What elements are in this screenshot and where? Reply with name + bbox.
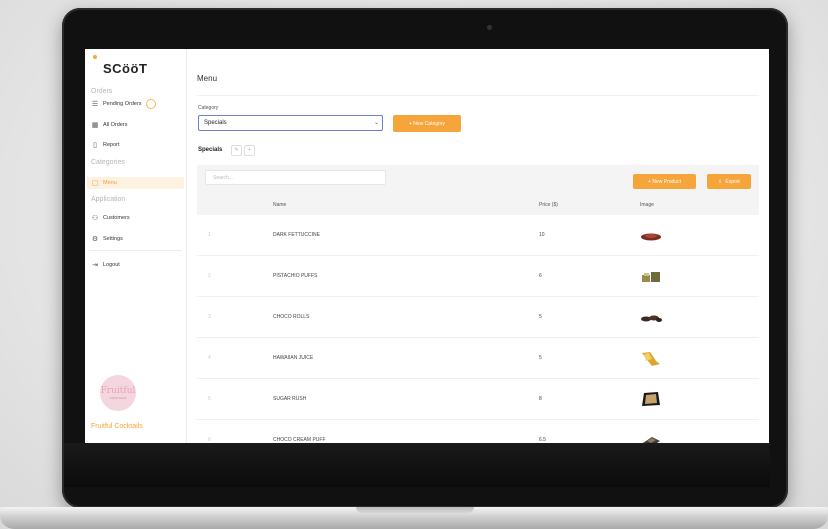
export-button[interactable]: ⇩ Export	[707, 174, 751, 189]
table-row[interactable]: 6 CHOCO CREAM PUFF 6.5	[197, 420, 759, 443]
pistachio-puffs-image	[642, 272, 660, 282]
choco-cream-puff-image	[643, 437, 660, 443]
app-screen: SCööT Orders ☰ Pending Orders ▦ All Orde…	[85, 49, 769, 443]
main-content: Menu Category Specials ⌄ + New Category …	[187, 49, 769, 443]
section-application: Application	[91, 196, 126, 203]
category-select[interactable]: Specials ⌄	[198, 115, 383, 131]
table-row[interactable]: 1 DARK FETTUCCINE 10	[197, 215, 759, 256]
column-header-image: Image	[640, 202, 654, 208]
sidebar-divider	[89, 250, 182, 251]
row-index: 6	[208, 437, 211, 443]
logout-icon: ⇥	[92, 262, 98, 269]
sidebar-item-logout[interactable]: ⇥ Logout	[91, 259, 183, 271]
export-icon: ⇩	[718, 178, 723, 185]
sidebar-item-label: Pending Orders	[103, 101, 142, 107]
category-select-value: Specials	[204, 120, 227, 126]
laptop-chin	[64, 443, 770, 487]
sidebar-item-settings[interactable]: ⚙ Settings	[91, 233, 183, 245]
gear-icon: ⚙	[91, 236, 99, 243]
sidebar-item-label: Report	[103, 142, 120, 148]
users-icon: ⚇	[91, 215, 99, 222]
product-price: 10	[539, 232, 545, 238]
brand-logo-sub: COCKTAILS	[109, 396, 127, 400]
row-index: 5	[208, 396, 211, 402]
app-logo[interactable]: SCööT	[103, 61, 147, 76]
section-orders: Orders	[91, 88, 113, 95]
sidebar-item-label: Customers	[103, 215, 130, 221]
product-price: 5	[539, 314, 542, 320]
document-icon: ▯	[93, 142, 97, 149]
brand-logo-text: Fruitful	[100, 386, 136, 396]
table-row[interactable]: 5 SUGAR RUSH 8	[197, 379, 759, 420]
product-price: 6	[539, 273, 542, 279]
chevron-down-icon: ⌄	[373, 120, 379, 126]
row-index: 2	[208, 273, 211, 279]
hawaiian-juice-image	[642, 352, 660, 366]
grid-icon: ▦	[91, 122, 99, 129]
search-input[interactable]: Search...	[205, 170, 386, 185]
row-index: 4	[208, 355, 211, 361]
export-button-label: Export	[725, 178, 740, 185]
products-panel: Search... + New Product ⇩ Export Name Pr…	[197, 165, 759, 443]
sidebar-item-customers[interactable]: ⚇ Customers	[91, 212, 183, 224]
camera-icon	[487, 25, 492, 30]
new-product-button[interactable]: + New Product	[633, 174, 696, 189]
section-categories: Categories	[91, 159, 125, 166]
sidebar-item-label: Menu	[103, 180, 117, 186]
product-price: 6.5	[539, 437, 546, 443]
choco-rolls-image	[641, 315, 662, 322]
sidebar-item-label: Logout	[103, 262, 120, 268]
table-row[interactable]: 2 PISTACHIO PUFFS 6	[197, 256, 759, 297]
column-header-price[interactable]: Price ($)	[539, 202, 558, 208]
product-price: 8	[539, 396, 542, 402]
products-table: 1 DARK FETTUCCINE 10 2 PISTACHIO PUFFS 6	[197, 215, 759, 443]
sidebar-item-menu[interactable]: ▢ Menu	[87, 177, 184, 189]
sidebar-item-label: All Orders	[103, 122, 128, 128]
title-divider	[197, 95, 759, 96]
pending-count-badge	[145, 99, 156, 109]
column-header-name[interactable]: Name	[273, 202, 286, 208]
sidebar-item-label: Settings	[103, 236, 123, 242]
edit-icon[interactable]: ✎	[231, 145, 242, 156]
brand-logo: Fruitful COCKTAILS	[100, 375, 136, 411]
table-row[interactable]: 3 CHOCO ROLLS 5	[197, 297, 759, 338]
product-name: SUGAR RUSH	[273, 396, 307, 402]
product-name: PISTACHIO PUFFS	[273, 273, 318, 279]
laptop-notch	[356, 507, 474, 513]
sidebar-item-all-orders[interactable]: ▦ All Orders	[91, 119, 183, 131]
sidebar: SCööT Orders ☰ Pending Orders ▦ All Orde…	[85, 49, 187, 443]
add-icon[interactable]: +	[244, 145, 255, 156]
product-name: CHOCO CREAM PUFF	[273, 437, 326, 443]
product-name: CHOCO ROLLS	[273, 314, 310, 320]
brand-name: Fruitful Cocktails	[91, 423, 143, 430]
product-name: HAWAIIAN JUICE	[273, 355, 314, 361]
sugar-rush-image	[642, 392, 660, 406]
new-category-button[interactable]: + New Category	[393, 115, 461, 132]
product-price: 5	[539, 355, 542, 361]
section-title: Specials	[198, 147, 223, 153]
row-index: 3	[208, 314, 211, 320]
page-title: Menu	[197, 74, 218, 83]
product-name: DARK FETTUCCINE	[273, 232, 320, 238]
sidebar-item-pending-orders[interactable]: ☰ Pending Orders	[91, 98, 183, 110]
folder-icon: ▢	[91, 180, 99, 187]
sidebar-item-report[interactable]: ▯ Report	[91, 139, 183, 151]
category-label: Category	[198, 105, 219, 111]
dark-fettuccine-image	[641, 233, 661, 241]
row-index: 1	[208, 232, 211, 238]
list-icon: ☰	[91, 101, 99, 108]
table-row[interactable]: 4 HAWAIIAN JUICE 5	[197, 338, 759, 379]
logo-dot	[93, 55, 97, 59]
